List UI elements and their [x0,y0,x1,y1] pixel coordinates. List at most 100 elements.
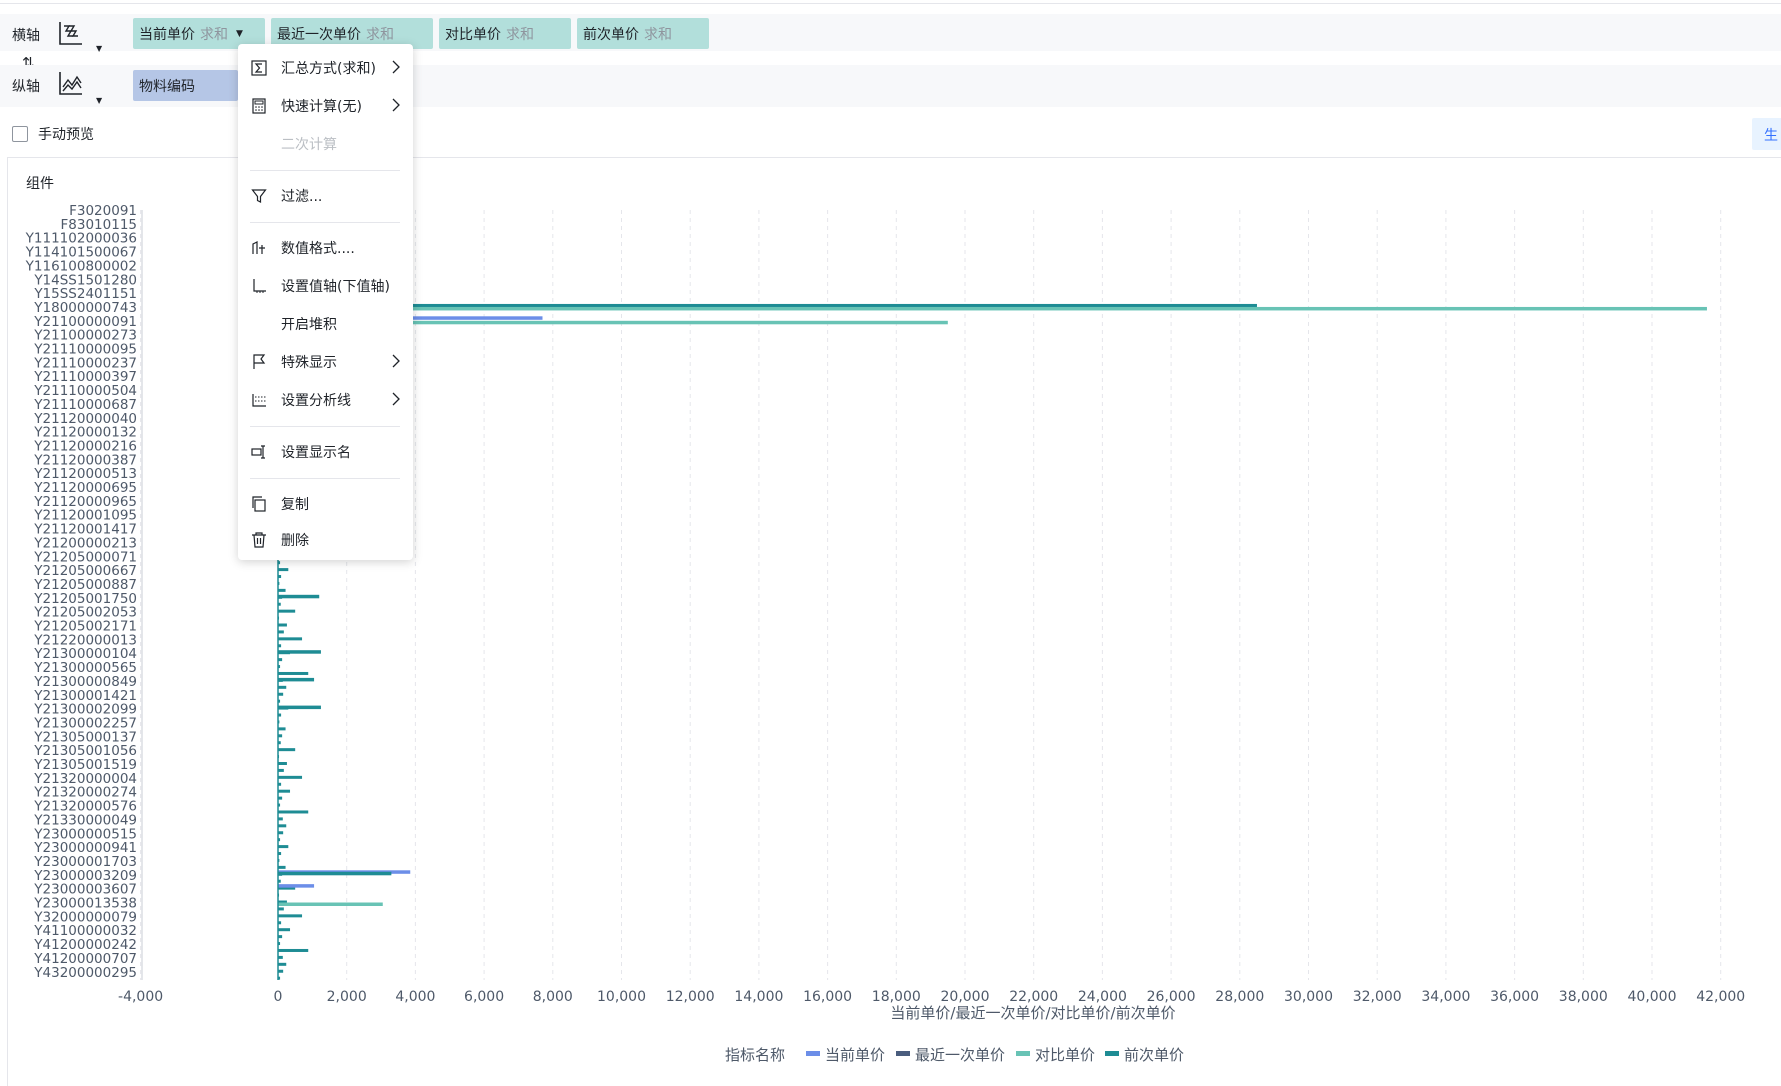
menu-item-label: 设置值轴(下值轴) [281,279,390,295]
bar-minor [278,962,287,966]
legend-item[interactable]: 前次单价 [1124,1046,1184,1064]
chart-bars [277,210,1707,980]
copy-icon [250,495,268,513]
chart-legend[interactable]: 指标名称 当前单价 最近一次单价 对比单价 前次单价 [725,1046,1184,1064]
menu-item-filter[interactable]: 过滤... [238,180,413,212]
menu-item-copy[interactable]: 复制 [238,488,413,520]
x-tick-label: -4,000 [118,989,163,1005]
bar-minor [278,685,287,689]
x-tick-label: 28,000 [1215,989,1264,1005]
x-tick-label: 0 [274,989,283,1005]
bar-minor [278,637,303,641]
analysis-line-icon [250,391,268,409]
bar-前次单价 [278,871,392,876]
chart-x-ticks: -4,000 0 2,000 4,000 6,000 8,000 10,000 12,000 1… [118,989,1781,1005]
menu-item-label: 数值格式.... [281,241,355,257]
chart-category-labels: F3020091F83010115Y111102000036Y114101500… [25,203,137,981]
legend-item[interactable]: 最近一次单价 [915,1046,1005,1064]
menu-separator [250,478,400,479]
value-axis-icon [250,277,268,295]
menu-item-display-name[interactable]: 设置显示名 [238,436,413,468]
x-tick-label: 4,000 [395,989,435,1005]
x-tick-label: 8,000 [533,989,573,1005]
x-tick-label: 18,000 [872,989,921,1005]
bar-minor [278,775,303,779]
legend-item[interactable]: 对比单价 [1035,1046,1095,1064]
menu-item-analysis-line[interactable]: 设置分析线 [238,384,413,416]
x-tick-label: 40,000 [1628,989,1677,1005]
legend-swatch[interactable] [1105,1051,1119,1056]
bar-minor [278,727,286,731]
number-format-icon [250,239,268,257]
menu-item-label: 开启堆积 [281,317,337,333]
bar-minor [278,623,287,627]
menu-item-label: 设置分析线 [281,393,351,409]
chart-x-axis-title: 当前单价/最近一次单价/对比单价/前次单价 [890,1004,1175,1022]
bar-minor [278,824,287,828]
sigma-icon [250,59,268,77]
bar-前次单价 [278,594,320,599]
menu-item-label: 设置显示名 [281,445,351,461]
bar-前次单价 [278,650,321,654]
bar-minor [278,969,284,973]
bar-对比单价 [278,902,383,906]
bar-minor [278,928,291,932]
bar-minor [278,831,284,835]
trash-icon [250,531,268,549]
x-tick-label: 42,000 [1696,989,1745,1005]
menu-item-label: 快速计算(无) [281,99,362,115]
chevron-right-icon [389,98,403,112]
bar-minor [278,845,289,849]
bar-前次单价 [278,677,315,682]
legend-title: 指标名称 [725,1046,785,1064]
bar-minor [278,914,303,918]
menu-item-stacking[interactable]: 开启堆积 [238,308,413,340]
bar-minor [278,609,296,613]
legend-swatch[interactable] [806,1051,820,1056]
menu-item-label: 删除 [281,533,309,549]
bar-minor [278,568,289,572]
x-tick-label: 30,000 [1284,989,1333,1005]
bar-前次单价 [278,303,1257,308]
chevron-right-icon [389,354,403,368]
legend-item[interactable]: 当前单价 [825,1046,885,1064]
x-tick-label: 24,000 [1078,989,1127,1005]
bar-minor [278,588,286,592]
bar-minor [278,810,309,814]
x-tick-label: 12,000 [666,989,715,1005]
menu-item-aggregation[interactable]: 汇总方式(求和) [238,52,413,84]
x-tick-label: 16,000 [803,989,852,1005]
menu-item-special-display[interactable]: 特殊显示 [238,346,413,378]
filter-icon [250,187,268,205]
menu-item-secondary-calc: 二次计算 [238,128,413,160]
menu-item-quick-calc[interactable]: 快速计算(无) [238,90,413,122]
x-tick-label: 38,000 [1559,989,1608,1005]
menu-separator [250,222,400,223]
rename-icon [250,443,268,461]
x-tick-label: 34,000 [1421,989,1470,1005]
bar-minor [278,671,309,675]
x-tick-label: 22,000 [1009,989,1058,1005]
bar-minor [278,865,286,869]
bar-minor [278,630,284,634]
x-tick-label: 36,000 [1490,989,1539,1005]
menu-item-label: 过滤... [281,189,323,205]
menu-separator [250,170,400,171]
x-tick-label: 26,000 [1147,989,1196,1005]
menu-item-value-axis[interactable]: 设置值轴(下值轴) [238,270,413,302]
bar-minor [278,692,284,696]
menu-item-delete[interactable]: 删除 [238,524,413,556]
chevron-right-icon [389,392,403,406]
menu-item-number-format[interactable]: 数值格式.... [238,232,413,264]
bar-minor [278,948,309,952]
x-tick-label: 14,000 [734,989,783,1005]
chevron-right-icon [389,60,403,74]
menu-separator [250,426,400,427]
x-tick-label: 10,000 [597,989,646,1005]
bar-minor [278,768,284,772]
x-tick-label: 32,000 [1353,989,1402,1005]
legend-swatch[interactable] [896,1051,910,1056]
menu-item-label: 复制 [281,497,309,513]
bar-对比单价 [278,306,1707,311]
legend-swatch[interactable] [1016,1051,1030,1056]
